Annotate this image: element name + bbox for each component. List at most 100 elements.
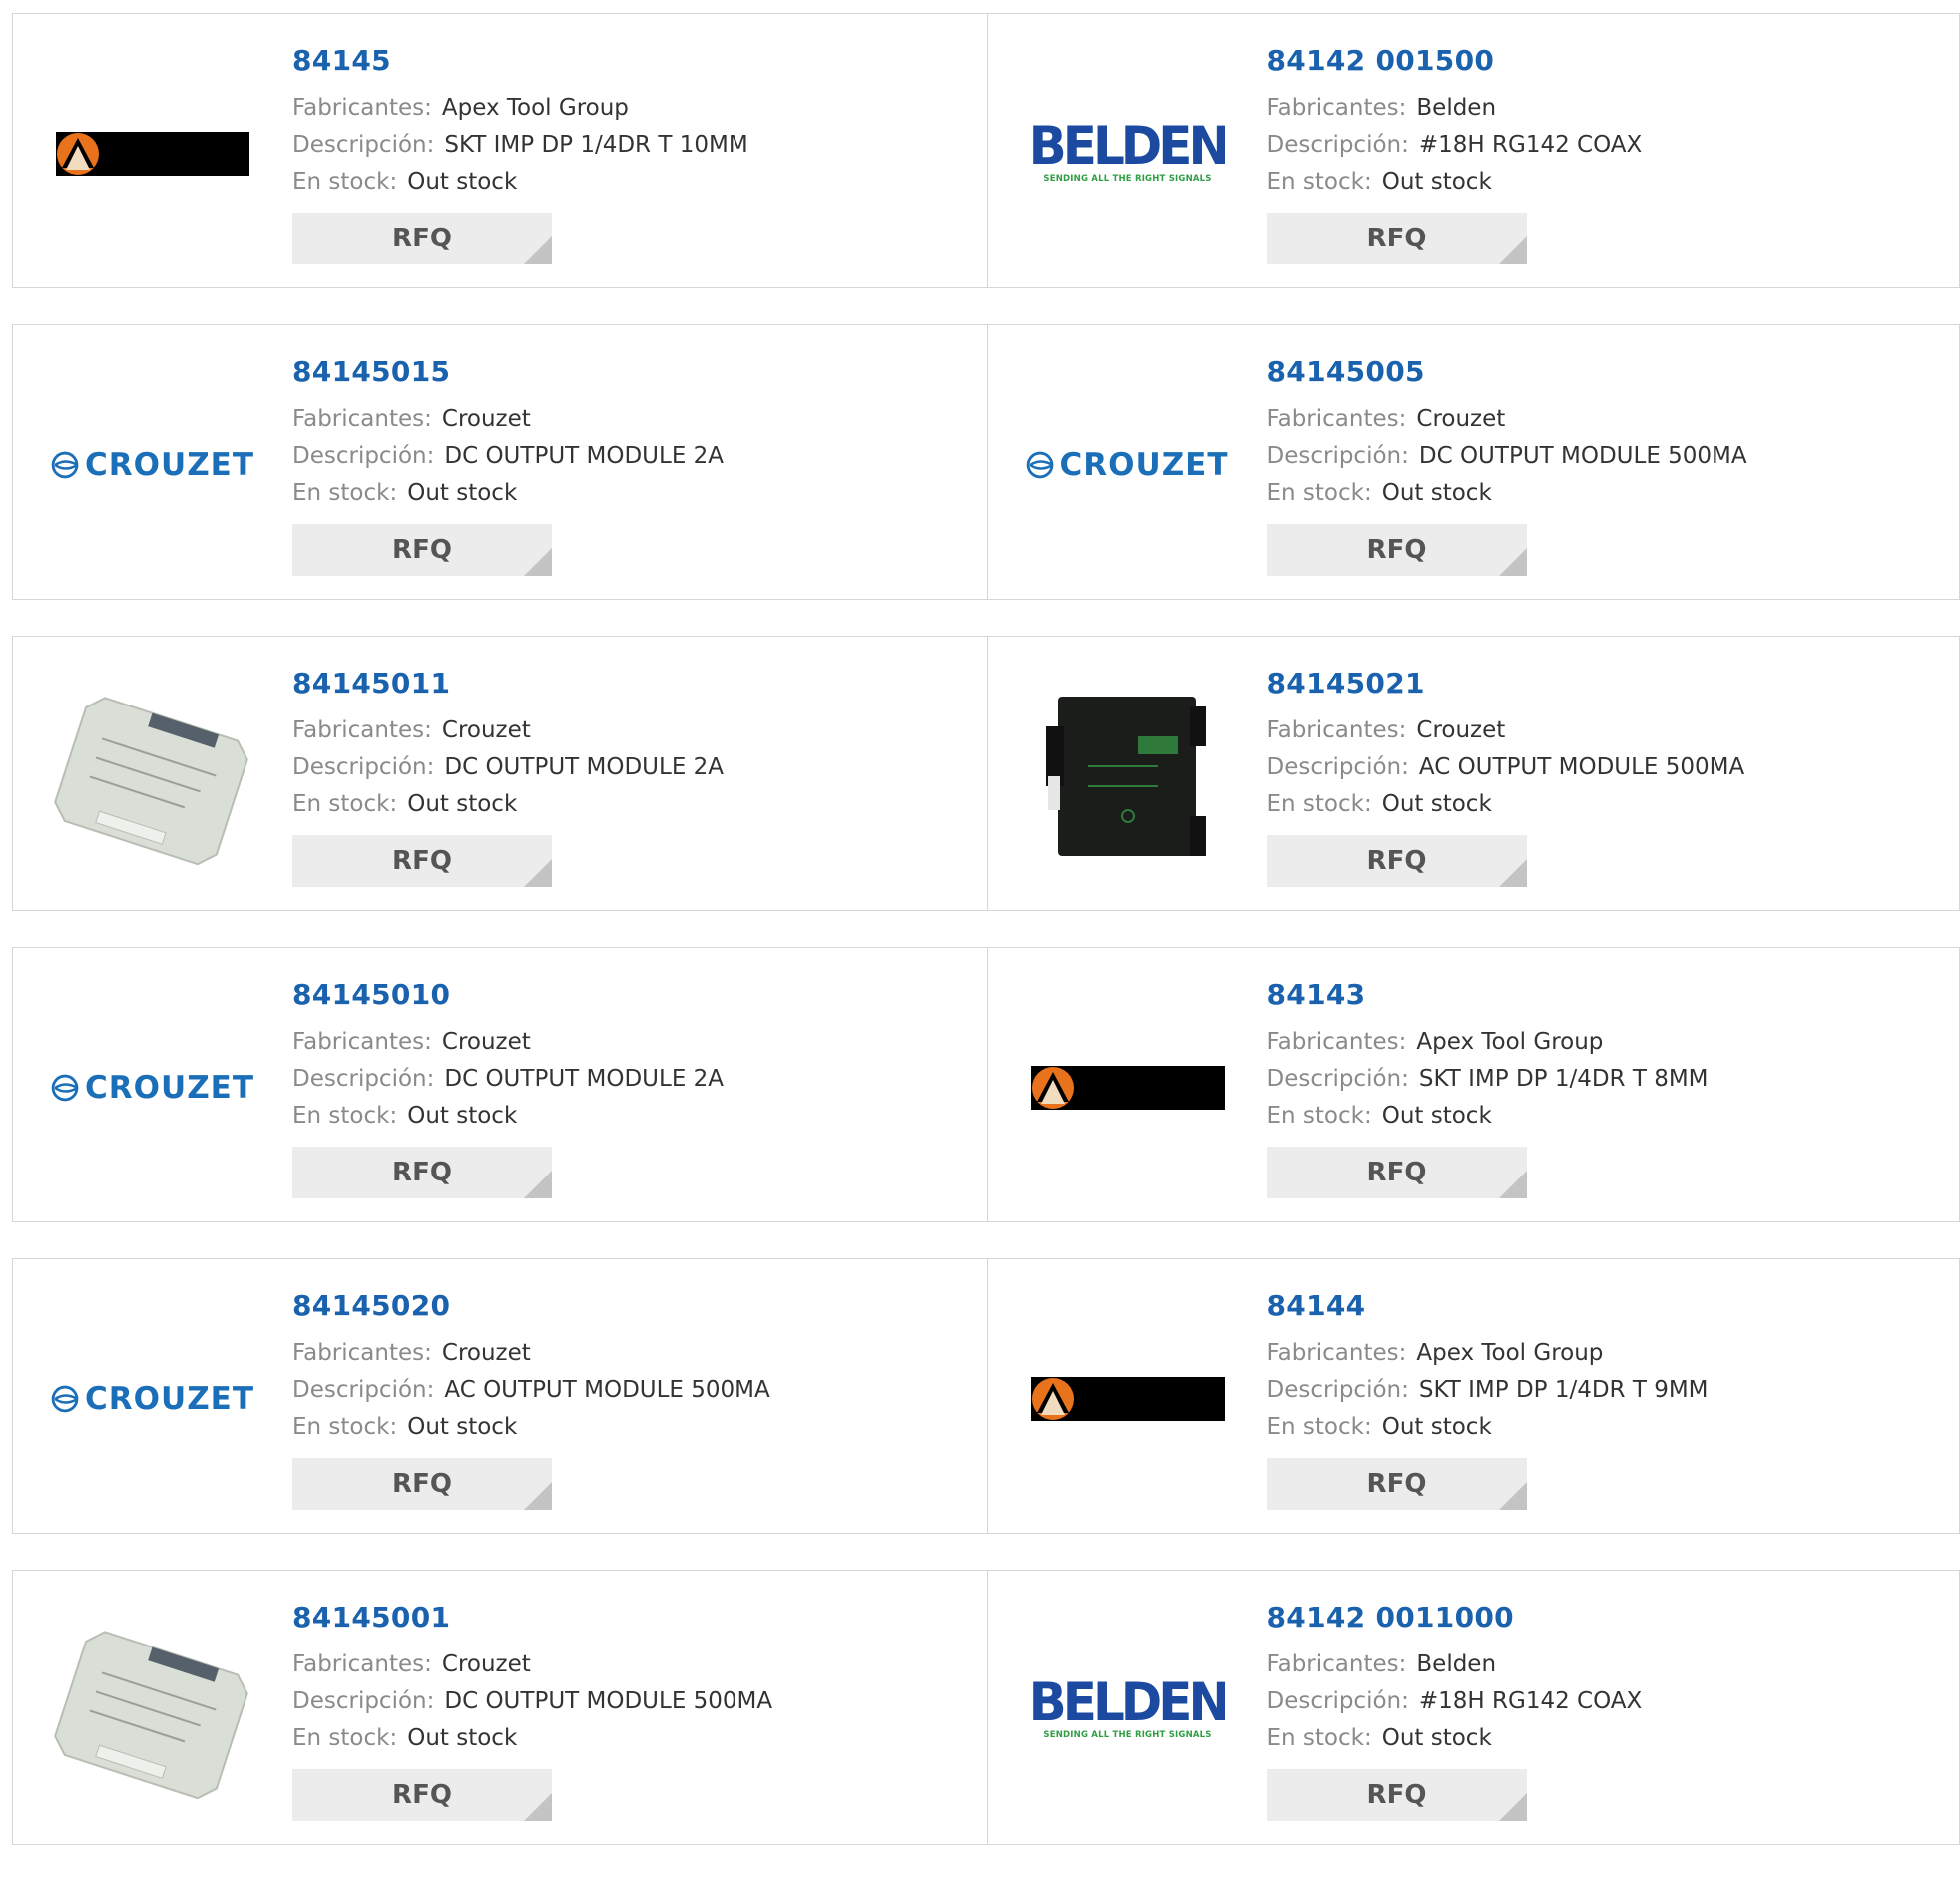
part-number-link[interactable]: 84145 <box>292 44 748 78</box>
stock-value: Out stock <box>1382 1725 1492 1751</box>
manufacturer-line: Fabricantes:Belden <box>1267 1646 1643 1683</box>
stock-label: En stock: <box>292 169 397 195</box>
part-number-link[interactable]: 84145020 <box>292 1289 770 1323</box>
stock-label: En stock: <box>292 1414 397 1440</box>
manufacturer-label: Fabricantes: <box>292 1029 432 1055</box>
stock-value: Out stock <box>407 1414 517 1440</box>
product-info: 84145021 Fabricantes:Crouzet Descripción… <box>1267 667 1745 887</box>
stock-label: En stock: <box>1267 1725 1372 1751</box>
description-label: Descripción: <box>292 443 434 469</box>
stock-label: En stock: <box>292 1103 397 1129</box>
crouzet-wordmark: CROUZET <box>85 1381 254 1417</box>
stock-value: Out stock <box>407 1725 517 1751</box>
stock-line: En stock:Out stock <box>292 475 724 512</box>
part-number-link[interactable]: 84145011 <box>292 667 724 701</box>
stock-line: En stock:Out stock <box>1267 164 1643 201</box>
product-row: 84145011 Fabricantes:Crouzet Descripción… <box>12 636 1960 911</box>
part-number-link[interactable]: 84145010 <box>292 978 724 1012</box>
stock-label: En stock: <box>292 791 397 817</box>
stock-line: En stock:Out stock <box>292 164 748 201</box>
stock-value: Out stock <box>1382 169 1492 195</box>
product-image[interactable] <box>1028 988 1227 1187</box>
product-image[interactable] <box>53 54 252 253</box>
description-label: Descripción: <box>292 132 434 158</box>
rfq-button[interactable]: RFQ <box>1267 1769 1527 1821</box>
product-image[interactable] <box>53 1611 252 1810</box>
part-number-link[interactable]: 84145021 <box>1267 667 1745 701</box>
part-number-link[interactable]: 84144 <box>1267 1289 1709 1323</box>
description-line: Descripción:SKT IMP DP 1/4DR T 9MM <box>1267 1372 1709 1409</box>
product-image[interactable] <box>1028 1299 1227 1499</box>
corner-triangle-icon <box>524 548 552 576</box>
product-image[interactable]: CROUZET <box>53 365 252 565</box>
manufacturer-line: Fabricantes: Crouzet <box>292 1646 772 1683</box>
rfq-button[interactable]: RFQ <box>292 1458 552 1510</box>
product-image[interactable]: CROUZET <box>1028 365 1227 565</box>
product-image[interactable]: BELDENSENDING ALL THE RIGHT SIGNALS <box>1028 54 1227 253</box>
rfq-label: RFQ <box>1367 1469 1427 1499</box>
rfq-button[interactable]: RFQ <box>1267 1458 1527 1510</box>
description-label: Descripción: <box>292 1688 434 1714</box>
manufacturer-label: Fabricantes: <box>292 1340 432 1366</box>
stock-line: En stock:Out stock <box>292 786 724 823</box>
description-value: DC OUTPUT MODULE 2A <box>444 443 724 469</box>
corner-triangle-icon <box>1499 548 1527 576</box>
manufacturer-line: Fabricantes:Apex Tool Group <box>292 90 748 127</box>
crouzet-emblem-icon <box>51 445 79 485</box>
product-info: 84142 001500 Fabricantes:Belden Descripc… <box>1267 44 1643 264</box>
stock-value: Out stock <box>407 480 517 506</box>
product-image[interactable]: CROUZET <box>53 988 252 1187</box>
crouzet-wordmark: CROUZET <box>1060 447 1229 483</box>
manufacturer-label: Fabricantes: <box>292 1651 432 1677</box>
rfq-button[interactable]: RFQ <box>292 213 552 264</box>
manufacturer-line: Fabricantes:Apex Tool Group <box>1267 1335 1709 1372</box>
part-number-link[interactable]: 84145005 <box>1267 355 1747 389</box>
description-line: Descripción:SKT IMP DP 1/4DR T 8MM <box>1267 1061 1709 1098</box>
description-value: AC OUTPUT MODULE 500MA <box>444 1377 769 1403</box>
manufacturer-value: Crouzet <box>1416 717 1505 743</box>
belden-wordmark: BELDEN <box>1029 118 1226 175</box>
rfq-button[interactable]: RFQ <box>292 1147 552 1198</box>
rfq-button[interactable]: RFQ <box>292 835 552 887</box>
rfq-button[interactable]: RFQ <box>292 1769 552 1821</box>
manufacturer-value: Crouzet <box>442 1651 531 1677</box>
part-number-link[interactable]: 84143 <box>1267 978 1709 1012</box>
stock-value: Out stock <box>1382 791 1492 817</box>
product-info: 84145010 Fabricantes:Crouzet Descripción… <box>292 978 724 1198</box>
product-row: CROUZET 84145015 Fabricantes:Crouzet Des… <box>12 324 1960 600</box>
product-info: 84145015 Fabricantes:Crouzet Descripción… <box>292 355 724 576</box>
stock-value: Out stock <box>1382 1103 1492 1129</box>
apex-mark-icon <box>1031 1377 1225 1421</box>
rfq-button[interactable]: RFQ <box>1267 835 1527 887</box>
manufacturer-line: Fabricantes:Crouzet <box>292 1024 724 1061</box>
product-card: CROUZET 84145015 Fabricantes:Crouzet Des… <box>12 324 988 600</box>
rfq-button[interactable]: RFQ <box>292 524 552 576</box>
part-number-link[interactable]: 84145001 <box>292 1601 772 1635</box>
belden-logo: BELDENSENDING ALL THE RIGHT SIGNALS <box>1028 119 1227 189</box>
description-label: Descripción: <box>1267 1377 1409 1403</box>
description-label: Descripción: <box>292 754 434 780</box>
crouzet-emblem-icon <box>51 1068 79 1108</box>
rfq-label: RFQ <box>1367 846 1427 876</box>
product-image[interactable]: CROUZET <box>53 1299 252 1499</box>
description-value: #18H RG142 COAX <box>1419 132 1642 158</box>
part-number-link[interactable]: 84145015 <box>292 355 724 389</box>
part-number-link[interactable]: 84142 0011000 <box>1267 1601 1643 1635</box>
stock-value: Out stock <box>1382 1414 1492 1440</box>
product-image[interactable] <box>53 677 252 876</box>
product-row: 84145 Fabricantes:Apex Tool Group Descri… <box>12 13 1960 288</box>
part-number-link[interactable]: 84142 001500 <box>1267 44 1643 78</box>
product-image[interactable]: BELDENSENDING ALL THE RIGHT SIGNALS <box>1028 1611 1227 1810</box>
product-grid: 84145 Fabricantes:Apex Tool Group Descri… <box>12 13 1960 1881</box>
manufacturer-value: Apex Tool Group <box>1416 1340 1603 1366</box>
rfq-button[interactable]: RFQ <box>1267 524 1527 576</box>
description-line: Descripción:DC OUTPUT MODULE 500MA <box>1267 438 1747 475</box>
rfq-button[interactable]: RFQ <box>1267 213 1527 264</box>
rfq-label: RFQ <box>392 535 452 565</box>
product-image[interactable] <box>1028 677 1227 876</box>
apex-tool-group-logo <box>56 132 249 176</box>
manufacturer-value: Crouzet <box>442 717 531 743</box>
stock-line: En stock:Out stock <box>1267 1409 1709 1446</box>
rfq-button[interactable]: RFQ <box>1267 1147 1527 1198</box>
stock-line: En stock:Out stock <box>1267 475 1747 512</box>
